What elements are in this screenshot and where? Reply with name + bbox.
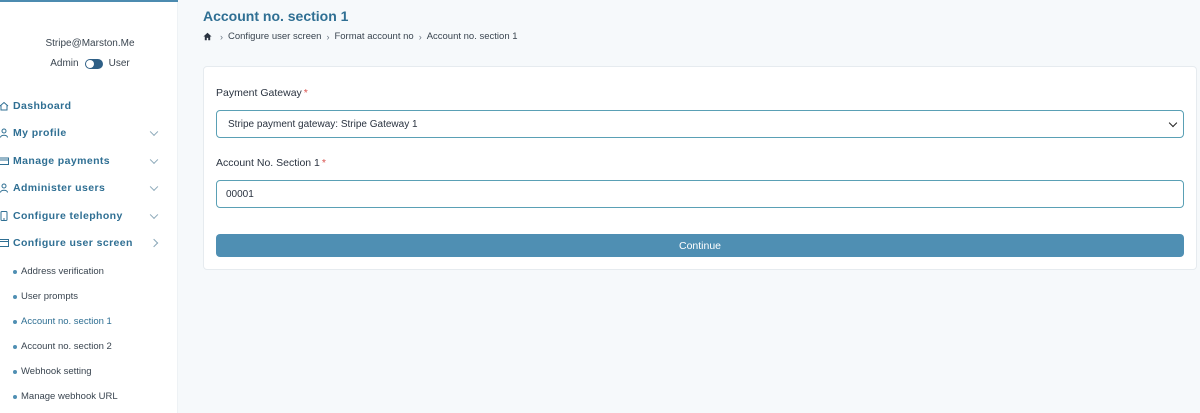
chevron-down-icon — [149, 127, 159, 137]
account-section-input[interactable] — [216, 180, 1184, 208]
bullet-dot-icon — [13, 394, 17, 399]
chevron-right-icon — [149, 239, 159, 248]
bullet-dot-icon — [13, 344, 17, 349]
chevron-down-icon — [149, 155, 159, 164]
sidebar-item-administer-users[interactable]: Administer users — [0, 175, 178, 203]
user-email: Stripe@Marston.Me — [45, 38, 135, 49]
page-title: Account no. section 1 — [203, 8, 349, 24]
breadcrumb-item[interactable]: Configure user screen — [228, 31, 321, 42]
sidebar-item-label: Manage payments — [13, 154, 111, 167]
required-asterisk: * — [303, 87, 308, 99]
breadcrumb: › Configure user screen › Format account… — [203, 31, 518, 42]
breadcrumb-separator: › — [418, 31, 422, 42]
payment-gateway-selected-value: Stripe payment gateway: Stripe Gateway 1 — [228, 118, 418, 130]
chevron-down-icon — [1168, 118, 1178, 128]
sidebar-item-configure-telephony[interactable]: Configure telephony — [0, 202, 178, 230]
sidebar-item-label: Dashboard — [13, 99, 72, 112]
account-section-label-text: Account No. Section 1 — [216, 157, 320, 169]
payment-gateway-select[interactable]: Stripe payment gateway: Stripe Gateway 1 — [216, 110, 1184, 138]
bullet-dot-icon — [13, 319, 17, 324]
bullet-dot-icon — [13, 269, 17, 274]
home-icon[interactable] — [203, 32, 212, 41]
submenu-item-webhook-setting[interactable]: Webhook setting — [0, 359, 178, 384]
bullet-dot-icon — [13, 369, 17, 374]
sidebar-top-accent — [0, 0, 178, 2]
required-asterisk: * — [321, 157, 326, 169]
home-outline-icon — [0, 101, 9, 111]
breadcrumb-item-current: Account no. section 1 — [426, 31, 518, 42]
user-icon — [0, 183, 9, 193]
sidebar-item-label: Configure telephony — [13, 209, 123, 222]
sidebar-nav: Dashboard My profile Manage payments Adm… — [0, 92, 178, 257]
chevron-down-icon — [149, 210, 159, 219]
continue-button[interactable]: Continue — [216, 234, 1184, 257]
submenu-item-label: Account no. section 2 — [21, 341, 112, 352]
sidebar-item-label: Administer users — [13, 182, 106, 195]
submenu-item-label: Manage webhook URL — [21, 391, 118, 402]
account-section-form-card: Payment Gateway * Stripe payment gateway:… — [203, 66, 1197, 270]
sidebar-item-label: My profile — [13, 127, 67, 140]
breadcrumb-separator: › — [220, 31, 223, 42]
submenu-item-user-prompts[interactable]: User prompts — [0, 284, 178, 309]
sidebar-item-label: Configure user screen — [13, 237, 133, 250]
submenu-item-label: Account no. section 1 — [21, 316, 112, 327]
payment-gateway-label-text: Payment Gateway — [216, 87, 302, 99]
account-section-label: Account No. Section 1 * — [216, 157, 326, 169]
phone-icon — [0, 210, 9, 221]
breadcrumb-separator: › — [326, 31, 330, 42]
role-toggle-group: Admin User — [0, 58, 180, 69]
bullet-dot-icon — [13, 294, 17, 299]
submenu-item-address-verification[interactable]: Address verification — [0, 259, 178, 284]
sidebar-item-my-profile[interactable]: My profile — [0, 120, 178, 148]
payment-gateway-label: Payment Gateway * — [216, 87, 308, 99]
chevron-down-icon — [149, 182, 159, 192]
sidebar-item-manage-payments[interactable]: Manage payments — [0, 147, 178, 175]
user-icon — [0, 128, 9, 138]
sidebar-item-dashboard[interactable]: Dashboard — [0, 92, 178, 120]
role-user-label: User — [108, 58, 130, 69]
submenu-item-label: User prompts — [21, 291, 79, 302]
submenu-item-label: Webhook setting — [21, 366, 92, 377]
submenu-item-account-no-section-1[interactable]: Account no. section 1 — [0, 309, 178, 334]
submenu-item-account-no-section-2[interactable]: Account no. section 2 — [0, 334, 178, 359]
configure-user-screen-submenu: Address verification User prompts Accoun… — [0, 259, 178, 409]
submenu-item-manage-webhook-url[interactable]: Manage webhook URL — [0, 384, 178, 409]
sidebar-item-configure-user-screen[interactable]: Configure user screen — [0, 230, 178, 258]
submenu-item-label: Address verification — [21, 266, 104, 277]
breadcrumb-item[interactable]: Format account no — [334, 31, 413, 42]
role-toggle-switch[interactable] — [84, 58, 103, 69]
credit-card-icon — [0, 156, 9, 166]
screen-icon — [0, 238, 9, 248]
sidebar: Stripe@Marston.Me Admin User Dashboard M… — [0, 0, 178, 413]
role-admin-label: Admin — [50, 58, 79, 69]
